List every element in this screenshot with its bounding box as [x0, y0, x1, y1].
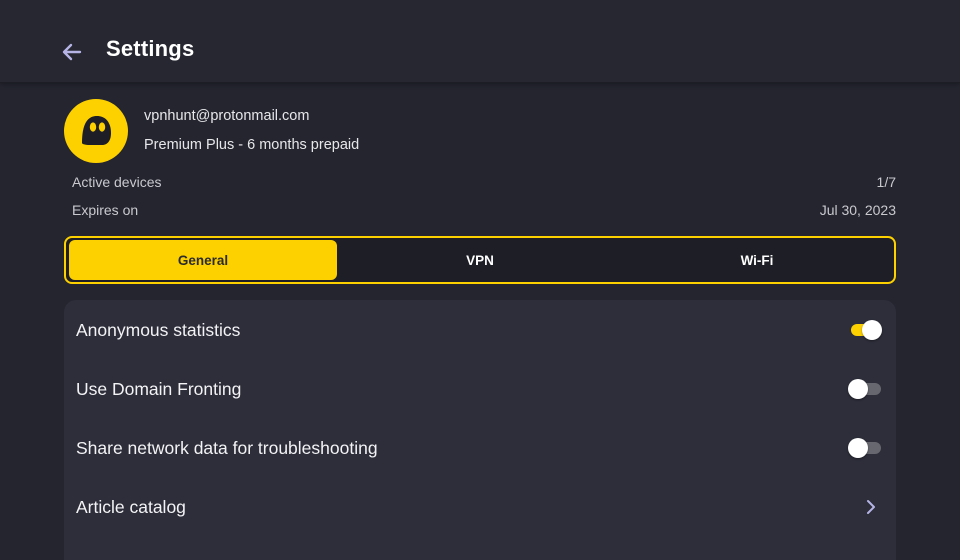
chevron-right-icon: [867, 500, 875, 514]
setting-label: Use Domain Fronting: [76, 379, 242, 399]
cyberghost-logo-icon: [64, 99, 128, 163]
setting-domain-fronting[interactable]: Use Domain Fronting: [64, 359, 896, 418]
toggle-knob: [848, 438, 868, 458]
tab-vpn[interactable]: VPN: [346, 240, 614, 280]
settings-tabs: General VPN Wi-Fi: [64, 236, 896, 284]
toggle-knob: [848, 379, 868, 399]
setting-label: Share network data for troubleshooting: [76, 438, 378, 458]
active-devices-label: Active devices: [72, 174, 162, 190]
setting-label: Article catalog: [76, 497, 186, 517]
domain-fronting-toggle[interactable]: [848, 379, 882, 401]
setting-anonymous-statistics[interactable]: Anonymous statistics: [64, 300, 896, 359]
share-network-data-toggle[interactable]: [848, 438, 882, 460]
anonymous-statistics-toggle[interactable]: [848, 320, 882, 342]
page-title: Settings: [106, 36, 195, 61]
tab-general[interactable]: General: [69, 240, 337, 280]
settings-panel: Anonymous statistics Use Domain Fronting…: [64, 300, 896, 560]
top-bar: Settings: [0, 0, 960, 83]
subscription-plan: Premium Plus - 6 months prepaid: [144, 137, 360, 153]
active-devices-value: 1/7: [876, 174, 896, 190]
back-button[interactable]: [56, 36, 88, 68]
setting-label: Anonymous statistics: [76, 320, 241, 340]
expires-row: Expires on Jul 30, 2023: [72, 202, 896, 222]
account-email: vpnhunt@protonmail.com: [144, 108, 310, 124]
toggle-knob: [862, 320, 882, 340]
active-devices-row: Active devices 1/7: [72, 174, 896, 194]
expires-label: Expires on: [72, 202, 139, 218]
setting-article-catalog[interactable]: Article catalog: [64, 477, 896, 536]
expires-value: Jul 30, 2023: [819, 202, 896, 218]
tab-wifi[interactable]: Wi-Fi: [623, 240, 891, 280]
setting-share-network-data[interactable]: Share network data for troubleshooting: [64, 418, 896, 477]
arrow-left-icon: [62, 43, 82, 61]
